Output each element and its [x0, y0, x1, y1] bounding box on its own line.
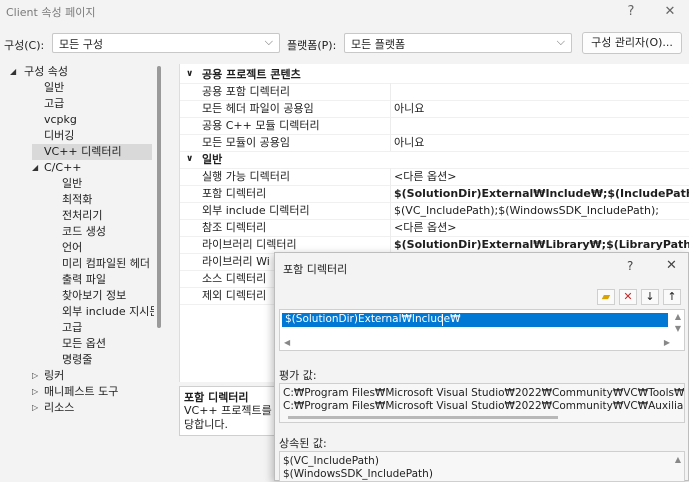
delete-icon[interactable]: ✕ — [619, 289, 637, 305]
chevron-down-icon: ⌵ — [556, 35, 565, 48]
tree-item-debugging[interactable]: 디버깅 — [44, 128, 74, 144]
scroll-right-icon[interactable]: ▶ — [664, 338, 670, 347]
platform-select-value: 모든 플랫폼 — [351, 38, 406, 51]
tree-item-preprocessor[interactable]: 전처리기 — [62, 208, 102, 224]
tree-item-vc-directories[interactable]: VC++ 디렉터리 — [32, 144, 152, 160]
tree-item-language[interactable]: 언어 — [62, 240, 82, 256]
grid-row[interactable]: 실행 가능 디렉터리 <다른 옵션> — [180, 168, 689, 186]
dialog-title: 포함 디렉터리 — [283, 263, 348, 276]
close-button[interactable]: ✕ — [659, 2, 681, 22]
scroll-up-icon[interactable]: ▲ — [675, 312, 681, 321]
config-select[interactable]: 모든 구성 ⌵ — [52, 33, 280, 53]
evaluated-values: C:₩Program Files₩Microsoft Visual Studio… — [279, 383, 685, 423]
tree-item-command-line[interactable]: 명령줄 — [62, 352, 92, 368]
grid-row[interactable]: 공용 C++ 모듈 디렉터리 — [180, 117, 689, 135]
description-title: 포함 디렉터리 — [184, 391, 249, 404]
tree-item-all-options[interactable]: 모든 옵션 — [62, 336, 106, 352]
tree-item-config-props[interactable]: ◢ 구성 속성 — [4, 64, 154, 80]
grid-row[interactable]: 공용 포함 디렉터리 — [180, 83, 689, 101]
dialog-close-button[interactable]: ✕ — [666, 258, 677, 273]
tree-item-external-includes[interactable]: 외부 include 지시문 — [62, 304, 154, 320]
text-cursor — [442, 314, 443, 326]
scroll-left-icon[interactable]: ◀ — [284, 338, 290, 347]
tree-item-manifest-tool[interactable]: ▷ 매니페스트 도구 — [28, 384, 148, 400]
help-button[interactable]: ? — [620, 2, 642, 22]
chevron-down-icon: ∨ — [186, 154, 194, 164]
title-bar: Client 속성 페이지 ? ✕ — [0, 0, 689, 26]
horizontal-scrollbar[interactable] — [288, 416, 558, 419]
grid-row[interactable]: 참조 디렉터리 <다른 옵션> — [180, 219, 689, 237]
selected-entry[interactable]: $(SolutionDir)External₩Include₩ — [282, 313, 668, 327]
tree-item-output-files[interactable]: 출력 파일 — [62, 272, 106, 288]
new-folder-icon[interactable]: ▰ — [597, 289, 615, 305]
category-general[interactable]: ∨ 일반 — [180, 151, 689, 169]
tree-item-cpp[interactable]: ◢ C/C++ — [28, 160, 148, 176]
tree-item-cpp-general[interactable]: 일반 — [62, 176, 82, 192]
grid-row[interactable]: 외부 include 디렉터리 $(VC_IncludePath);$(Windo… — [180, 202, 689, 220]
description-text: VC++ 프로젝트를 당합니다. — [184, 404, 272, 431]
collapsed-arrow-icon: ▷ — [32, 371, 39, 380]
arrow-down-icon[interactable]: ↓ — [641, 289, 659, 305]
arrow-up-icon[interactable]: ↑ — [663, 289, 681, 305]
evaluated-label: 평가 값: — [279, 369, 317, 382]
scroll-up-icon[interactable]: ▲ — [675, 455, 681, 464]
expanded-arrow-icon: ◢ — [32, 163, 39, 172]
collapsed-arrow-icon: ▷ — [32, 403, 39, 412]
grid-row[interactable]: 모든 헤더 파일이 공용임 아니요 — [180, 100, 689, 118]
tree-item-resources[interactable]: ▷ 리소스 — [28, 400, 148, 416]
category-common-content[interactable]: ∨ 공용 프로젝트 콘텐츠 — [180, 66, 689, 84]
config-select-value: 모든 구성 — [59, 38, 103, 51]
include-directories-dialog: 포함 디렉터리 ? ✕ ▰ ✕ ↓ ↑ $(SolutionDir)Extern… — [274, 252, 689, 482]
tree-item-cpp-advanced[interactable]: 고급 — [62, 320, 82, 336]
tree-scrollbar[interactable] — [157, 66, 161, 328]
collapsed-arrow-icon: ▷ — [32, 387, 39, 396]
tree-item-general[interactable]: 일반 — [44, 80, 64, 96]
chevron-down-icon: ⌵ — [264, 35, 273, 48]
config-label: 구성(C): — [4, 39, 45, 52]
grid-row[interactable]: 포함 디렉터리 $(SolutionDir)External₩Include₩;$… — [180, 185, 689, 203]
window-title: Client 속성 페이지 — [6, 6, 96, 19]
entries-list[interactable]: $(SolutionDir)External₩Include₩ ▲ ▼ ◀ ▶ — [279, 309, 685, 351]
scroll-down-icon[interactable]: ▼ — [675, 324, 681, 333]
tree-item-optimization[interactable]: 최적화 — [62, 192, 92, 208]
property-tree: ◢ 구성 속성 일반 고급 vcpkg 디버깅 VC++ 디렉터리 ◢ C/C+… — [4, 62, 162, 422]
platform-label: 플랫폼(P): — [287, 39, 337, 52]
tree-item-advanced[interactable]: 고급 — [44, 96, 64, 112]
inherited-values: $(VC_IncludePath) $(WindowsSDK_IncludePa… — [279, 451, 685, 482]
tree-item-precompiled-headers[interactable]: 미리 컴파일된 헤더 — [62, 256, 154, 272]
tree-item-browse-info[interactable]: 찾아보기 정보 — [62, 288, 126, 304]
platform-select[interactable]: 모든 플랫폼 ⌵ — [344, 33, 572, 53]
config-manager-button[interactable]: 구성 관리자(O)... — [582, 32, 682, 54]
dialog-help-button[interactable]: ? — [627, 259, 633, 273]
grid-row[interactable]: 모든 모듈이 공용임 아니요 — [180, 134, 689, 152]
expanded-arrow-icon: ◢ — [10, 67, 17, 76]
chevron-down-icon: ∨ — [186, 69, 194, 79]
tree-item-vcpkg[interactable]: vcpkg — [44, 112, 77, 128]
tree-item-code-generation[interactable]: 코드 생성 — [62, 224, 106, 240]
inherited-label: 상속된 값: — [279, 437, 327, 450]
